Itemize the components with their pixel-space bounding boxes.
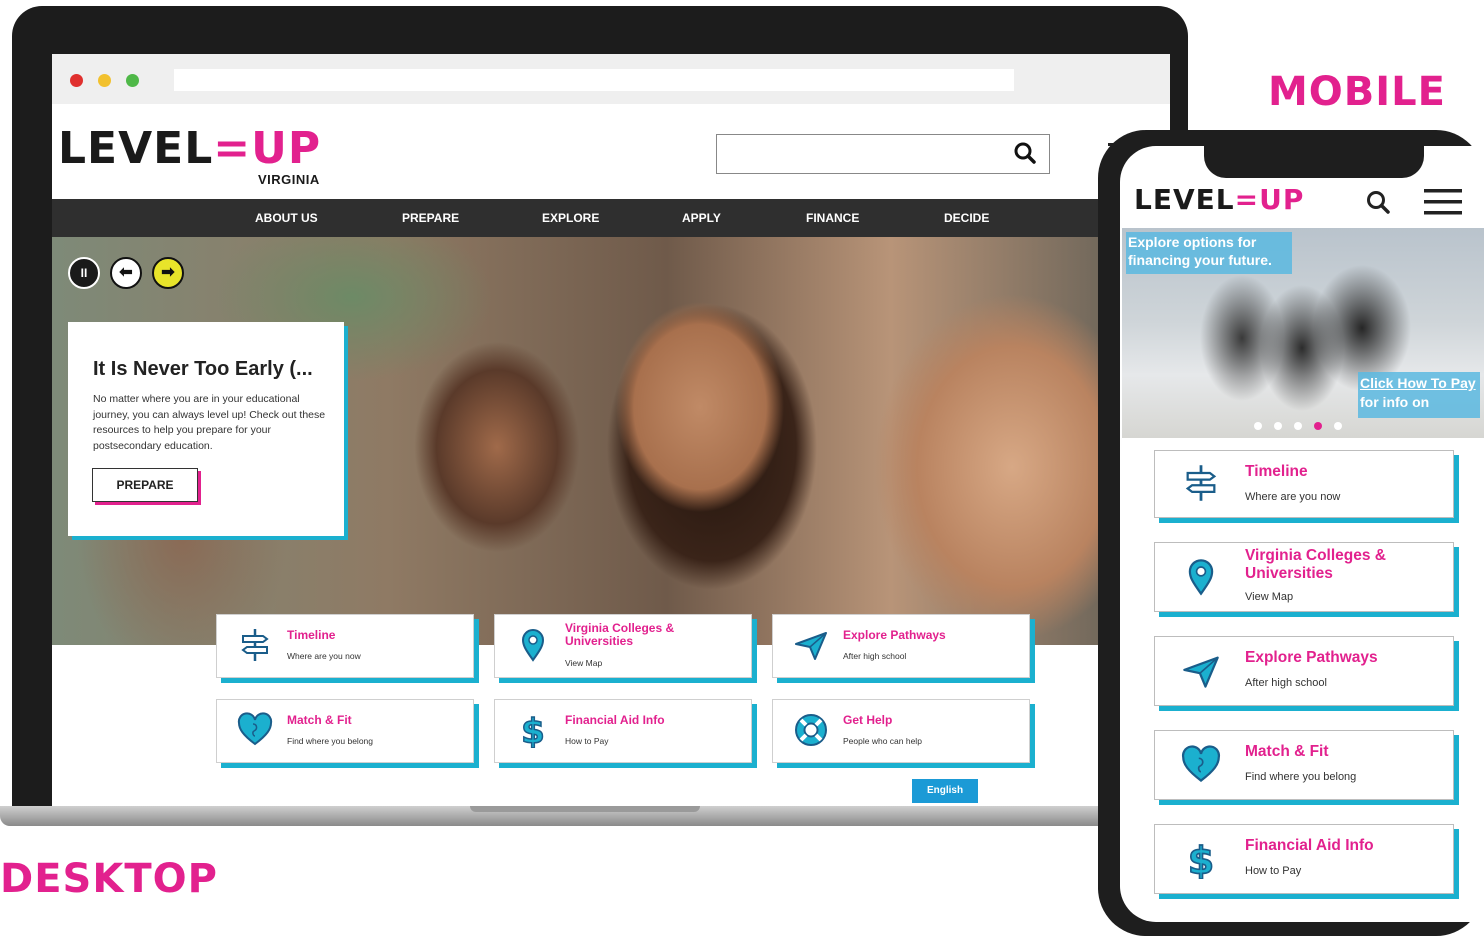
hamburger-menu-icon[interactable] bbox=[1424, 188, 1462, 216]
card-title: Match & Fit bbox=[287, 713, 352, 727]
logo-up-text: UP bbox=[1259, 183, 1305, 216]
nav-decide[interactable]: DECIDE bbox=[944, 211, 989, 225]
slide-dot-1[interactable] bbox=[1254, 422, 1262, 430]
prepare-button[interactable]: PREPARE bbox=[92, 468, 198, 502]
card-timeline[interactable]: Timeline Where are you now bbox=[216, 614, 474, 678]
card-title: Explore Pathways bbox=[1245, 649, 1378, 666]
card-title: Timeline bbox=[1245, 463, 1308, 480]
card-subtitle: Where are you now bbox=[287, 651, 361, 661]
how-to-pay-link[interactable]: Click How To Pay bbox=[1360, 375, 1476, 391]
card-subtitle: View Map bbox=[1245, 591, 1294, 603]
lifebuoy-icon bbox=[795, 714, 827, 746]
card-financial-aid[interactable]: $ Financial Aid Info How to Pay bbox=[494, 699, 752, 763]
mobile-label: MOBILE bbox=[1268, 69, 1446, 115]
close-window-dot[interactable] bbox=[70, 74, 83, 87]
mobile-hero-photo-jumping-students: Explore options for financing your futur… bbox=[1122, 228, 1484, 438]
heart-puzzle-icon bbox=[237, 712, 273, 746]
card-title: Get Help bbox=[843, 713, 893, 727]
logo-speed-lines: = bbox=[1234, 183, 1260, 216]
search-icon[interactable] bbox=[1366, 190, 1390, 214]
map-pin-icon bbox=[1188, 559, 1214, 596]
signpost-icon bbox=[1185, 465, 1217, 501]
language-button[interactable]: English bbox=[912, 779, 978, 803]
hero-body: No matter where you are in your educatio… bbox=[93, 393, 326, 452]
svg-text:$: $ bbox=[1188, 839, 1214, 879]
card-subtitle: How to Pay bbox=[1245, 865, 1302, 877]
site-logo[interactable]: LEVEL=UP bbox=[58, 126, 321, 172]
main-nav: ABOUT US PREPARE EXPLORE APPLY FINANCE D… bbox=[52, 199, 1170, 237]
maximize-window-dot[interactable] bbox=[126, 74, 139, 87]
nav-about-us[interactable]: ABOUT US bbox=[255, 211, 318, 225]
mobile-card-financial-aid[interactable]: $ Financial Aid Info How to Pay bbox=[1154, 824, 1454, 894]
hero-card: It Is Never Too Early (... No matter whe… bbox=[68, 322, 344, 536]
paper-plane-icon bbox=[795, 632, 827, 660]
card-title: Virginia Colleges & Universities bbox=[565, 621, 675, 648]
card-title: Financial Aid Info bbox=[1245, 837, 1374, 854]
slide-dot-5[interactable] bbox=[1334, 422, 1342, 430]
card-title: Financial Aid Info bbox=[565, 713, 665, 727]
card-match-fit[interactable]: Match & Fit Find where you belong bbox=[216, 699, 474, 763]
card-subtitle: View Map bbox=[565, 658, 603, 668]
laptop-base-notch bbox=[470, 806, 700, 812]
map-pin-icon bbox=[521, 629, 545, 662]
card-get-help[interactable]: Get Help People who can help bbox=[772, 699, 1030, 763]
hero-title: It Is Never Too Early (... bbox=[93, 358, 313, 380]
arrow-left-icon[interactable]: ⬅ bbox=[110, 257, 142, 289]
arrow-right-icon[interactable]: ➡ bbox=[152, 257, 184, 289]
card-subtitle: Where are you now bbox=[1245, 491, 1341, 503]
heart-puzzle-icon bbox=[1181, 745, 1221, 782]
browser-chrome bbox=[52, 54, 1170, 104]
mobile-card-timeline[interactable]: Timeline Where are you now bbox=[1154, 450, 1454, 518]
mobile-card-match-fit[interactable]: Match & Fit Find where you belong bbox=[1154, 730, 1454, 800]
pause-icon[interactable]: II bbox=[68, 257, 100, 289]
mobile-site-logo[interactable]: LEVEL=UP bbox=[1134, 184, 1304, 216]
logo-level-text: LEVEL bbox=[1134, 183, 1235, 216]
desktop-label: DESKTOP bbox=[0, 856, 218, 902]
card-subtitle: People who can help bbox=[843, 736, 922, 746]
logo-up-text: UP bbox=[251, 123, 322, 174]
logo-speed-lines: = bbox=[213, 123, 252, 174]
mobile-screen: LEVEL=UP Explore options for financing y… bbox=[1120, 146, 1484, 922]
card-virginia-colleges[interactable]: Virginia Colleges & Universities View Ma… bbox=[494, 614, 752, 678]
mobile-card-virginia-colleges[interactable]: Virginia Colleges & Universities View Ma… bbox=[1154, 542, 1454, 612]
paper-plane-icon bbox=[1183, 656, 1219, 688]
slide-dot-3[interactable] bbox=[1294, 422, 1302, 430]
search-input[interactable] bbox=[716, 134, 1050, 174]
dollar-icon: $ bbox=[1187, 839, 1215, 879]
minimize-window-dot[interactable] bbox=[98, 74, 111, 87]
nav-explore[interactable]: EXPLORE bbox=[542, 211, 599, 225]
address-bar[interactable] bbox=[174, 69, 1014, 91]
nav-apply[interactable]: APPLY bbox=[682, 211, 721, 225]
dollar-icon: $ bbox=[520, 712, 545, 748]
logo-level-text: LEVEL bbox=[58, 123, 214, 174]
laptop-frame: LEVEL=UP VIRGINIA ABOUT US PREPARE EXPLO… bbox=[12, 6, 1188, 816]
card-subtitle: How to Pay bbox=[565, 736, 609, 746]
card-title: Timeline bbox=[287, 628, 336, 642]
nav-finance[interactable]: FINANCE bbox=[806, 211, 859, 225]
signpost-icon bbox=[241, 629, 269, 661]
slide-dots bbox=[1254, 420, 1350, 432]
svg-text:$: $ bbox=[521, 712, 545, 748]
mobile-hero-caption-bottom: Click How To Pay for info on bbox=[1358, 372, 1480, 418]
card-title: Match & Fit bbox=[1245, 743, 1329, 760]
caption-rest: for info on bbox=[1360, 394, 1430, 410]
card-subtitle: Find where you belong bbox=[287, 736, 374, 746]
logo-subtitle: VIRGINIA bbox=[258, 172, 320, 187]
desktop-screen: LEVEL=UP VIRGINIA ABOUT US PREPARE EXPLO… bbox=[52, 54, 1170, 806]
card-explore-pathways[interactable]: Explore Pathways After high school bbox=[772, 614, 1030, 678]
card-subtitle: Find where you belong bbox=[1245, 771, 1357, 783]
card-title: Virginia Colleges & Universities bbox=[1245, 547, 1386, 582]
mobile-hero-caption-top: Explore options for financing your futur… bbox=[1126, 232, 1292, 274]
search-icon[interactable] bbox=[1014, 142, 1036, 164]
card-subtitle: After high school bbox=[1245, 677, 1327, 689]
phone-notch bbox=[1204, 146, 1424, 178]
card-subtitle: After high school bbox=[843, 651, 907, 661]
mobile-card-explore-pathways[interactable]: Explore Pathways After high school bbox=[1154, 636, 1454, 706]
slide-dot-4-active[interactable] bbox=[1314, 422, 1322, 430]
nav-prepare[interactable]: PREPARE bbox=[402, 211, 459, 225]
card-title: Explore Pathways bbox=[843, 628, 946, 642]
slide-dot-2[interactable] bbox=[1274, 422, 1282, 430]
